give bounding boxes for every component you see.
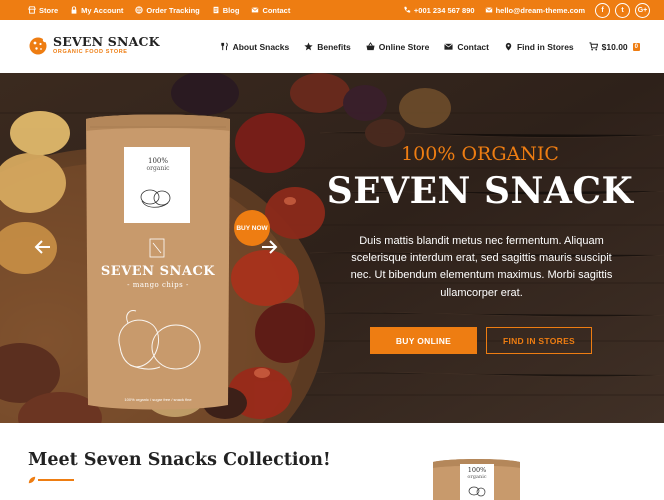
buy-now-label: BUY NOW <box>236 224 268 232</box>
utility-link-label: Store <box>39 5 59 15</box>
nav-item-about-snacks[interactable]: About Snacks <box>220 41 290 52</box>
cart-icon <box>589 42 598 51</box>
logo-subtitle: ORGANIC FOOD STORE <box>53 49 128 55</box>
product-bag-image: 100% organic SEVEN SNACK - mango chips -… <box>78 109 238 410</box>
bag-footer-text: 100% organic / sugar free / snack fine <box>124 397 192 402</box>
mini-bag-organic: organic <box>467 474 487 480</box>
bag-label-organic: organic <box>146 165 170 172</box>
utility-link-label: My Account <box>81 5 124 15</box>
buy-online-button[interactable]: BUY ONLINE <box>370 327 477 354</box>
map-pin-icon <box>505 42 512 51</box>
utility-link-order-tracking[interactable]: Order Tracking <box>135 5 200 15</box>
leaf-icon <box>28 476 36 484</box>
utility-link-label: Contact <box>262 5 291 15</box>
nav-label: About Snacks <box>232 41 290 52</box>
star-icon <box>304 42 313 51</box>
nav-label: Find in Stores <box>516 41 574 52</box>
utility-link-contact[interactable]: Contact <box>251 6 290 15</box>
hero-pretitle: 100% ORGANIC <box>401 143 559 165</box>
site-header: SEVEN SNACK ORGANIC FOOD STORE About Sna… <box>0 20 664 73</box>
twitter-icon[interactable]: t <box>615 2 630 18</box>
nav-item-online-store[interactable]: Online Store <box>366 41 430 52</box>
cart-total: $10.00 <box>601 41 628 52</box>
hero-title: SEVEN SNACK <box>326 170 634 212</box>
utility-link-label: Blog <box>222 5 240 15</box>
nav-label: Online Store <box>378 41 430 52</box>
email-address: hello@dream-theme.com <box>495 5 585 15</box>
envelope-icon <box>252 7 259 13</box>
bag-product-name: SEVEN SNACK <box>100 264 216 279</box>
mini-bag-percent: 100% <box>467 466 487 474</box>
utility-link-blog[interactable]: Blog <box>212 5 240 15</box>
hero-description: Duis mattis blandit metus nec fermentum.… <box>350 235 613 299</box>
top-utility-bar: Store My Account Order Tracking Blog Con… <box>0 0 664 20</box>
site-logo[interactable]: SEVEN SNACK ORGANIC FOOD STORE <box>28 35 160 56</box>
utility-links: Store My Account Order Tracking Blog Con… <box>28 0 290 20</box>
cookie-logo-icon <box>29 37 48 54</box>
utility-link-label: Order Tracking <box>146 5 200 15</box>
bag-flavor: - mango chips - <box>127 281 189 289</box>
logo-text: SEVEN SNACK ORGANIC FOOD STORE <box>53 35 160 56</box>
utility-link-store[interactable]: Store <box>28 6 58 15</box>
section-title: Meet Seven Snacks Collection! <box>28 450 331 470</box>
lock-icon <box>71 6 77 14</box>
document-icon <box>213 6 219 14</box>
nav-item-find-in-stores[interactable]: Find in Stores <box>504 42 574 52</box>
section-title-underline <box>38 479 74 481</box>
shop-icon <box>28 6 36 14</box>
bag-label-percent: 100% <box>147 157 168 165</box>
globe-icon <box>135 6 144 14</box>
slider-prev-arrow-icon[interactable] <box>34 238 52 256</box>
hero-slider: 100% organic SEVEN SNACK - mango chips -… <box>0 73 664 423</box>
find-in-stores-button[interactable]: FIND IN STORES <box>486 327 592 354</box>
basket-icon <box>366 42 375 51</box>
email-link[interactable]: hello@dream-theme.com <box>485 6 585 15</box>
contact-info: +001 234 567 890 hello@dream-theme.com f… <box>403 0 650 20</box>
nav-item-benefits[interactable]: Benefits <box>304 42 351 52</box>
nav-item-contact[interactable]: Contact <box>444 42 489 52</box>
facebook-icon[interactable]: f <box>595 2 610 18</box>
social-links: f t G+ <box>595 2 650 18</box>
envelope-icon <box>444 43 454 50</box>
utility-link-my-account[interactable]: My Account <box>70 6 123 15</box>
cart-button[interactable]: $10.00 0 <box>589 42 640 52</box>
cart-count-badge: 0 <box>632 42 640 51</box>
phone-link[interactable]: +001 234 567 890 <box>403 6 475 15</box>
nav-label: Contact <box>457 41 489 52</box>
slider-next-arrow-icon[interactable] <box>260 238 278 256</box>
phone-icon <box>404 6 411 13</box>
utensils-icon <box>220 42 228 51</box>
envelope-icon <box>485 7 492 13</box>
logo-title: SEVEN SNACK <box>53 34 160 49</box>
nav-label: Benefits <box>317 41 351 52</box>
main-nav: About Snacks Benefits Online Store Conta… <box>220 20 640 73</box>
google-plus-icon[interactable]: G+ <box>635 2 650 18</box>
phone-number: +001 234 567 890 <box>413 5 475 15</box>
